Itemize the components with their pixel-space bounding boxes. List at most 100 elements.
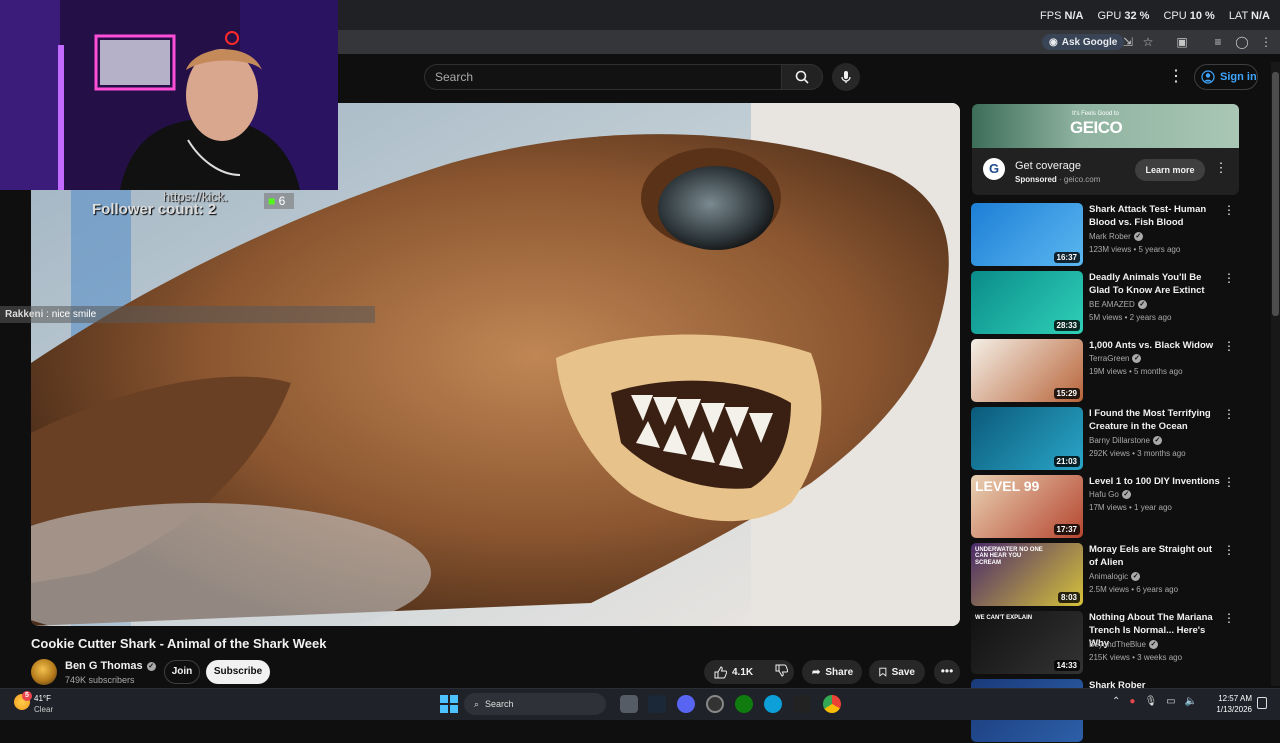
related-views-age: 215K views • 3 weeks ago <box>1089 653 1183 662</box>
related-menu-icon[interactable]: ⋮ <box>1223 271 1235 285</box>
taskbar-search-box[interactable]: ⌕ Search <box>464 693 606 715</box>
channel-name-link[interactable]: Ben G Thomas ✓ <box>65 660 156 672</box>
related-video-title[interactable]: Moray Eels are Straight out of Alien <box>1089 543 1221 569</box>
task-view-icon[interactable] <box>620 695 638 713</box>
video-duration: 14:33 <box>1053 660 1080 671</box>
video-thumbnail[interactable]: WE CAN'T EXPLAIN 14:33 <box>971 611 1083 674</box>
edge-icon[interactable] <box>764 695 782 713</box>
related-channel: Hafu Go ✓ <box>1089 490 1131 499</box>
related-channel-name: Hafu Go <box>1089 490 1119 499</box>
ad-sponsored-label: Sponsored <box>1015 175 1057 184</box>
related-menu-icon[interactable]: ⋮ <box>1223 475 1235 489</box>
save-button[interactable]: Save <box>869 660 925 684</box>
video-duration: 16:37 <box>1053 252 1080 263</box>
ad-banner-image[interactable]: It's Feels Good to GEICO <box>972 104 1239 148</box>
related-video-item[interactable]: 21:03 I Found the Most Terrifying Creatur… <box>971 407 1239 471</box>
thumbs-up-icon <box>714 665 727 678</box>
scrollbar-thumb[interactable] <box>1272 72 1279 316</box>
dislike-button[interactable] <box>775 664 789 680</box>
ad-banner-brand: GEICO <box>1070 118 1123 137</box>
video-thumbnail[interactable]: LEVEL 99 17:37 <box>971 475 1083 538</box>
more-actions-icon[interactable]: ••• <box>934 660 960 684</box>
verified-icon: ✓ <box>1131 572 1141 581</box>
related-video-item[interactable]: 28:33 Deadly Animals You'll Be Glad To Kn… <box>971 271 1239 335</box>
share-button[interactable]: ➦ Share <box>802 660 862 684</box>
taskbar-clock[interactable]: 12:57 AM 1/13/2026 <box>1212 693 1252 715</box>
profile-icon[interactable]: ◯ <box>1234 34 1250 50</box>
related-channel-name: BeyondTheBlue <box>1089 640 1146 649</box>
related-video-item[interactable]: 16:37 Shark Attack Test- Human Blood vs. … <box>971 203 1239 267</box>
related-menu-icon[interactable]: ⋮ <box>1223 203 1235 217</box>
search-button[interactable] <box>781 64 823 90</box>
related-menu-icon[interactable]: ⋮ <box>1223 543 1235 557</box>
ad-title[interactable]: Get coverage <box>1015 160 1081 172</box>
ask-google-button[interactable]: ◉ Ask Google <box>1042 34 1125 50</box>
related-views-age: 292K views • 3 months ago <box>1089 449 1186 458</box>
related-menu-icon[interactable]: ⋮ <box>1223 611 1235 625</box>
tray-app-icon[interactable]: ● <box>1129 696 1135 707</box>
tab-search-icon[interactable]: ▣ <box>1174 34 1190 50</box>
performance-overlay: FPS N/A GPU 32 % CPU 10 % LAT N/A <box>1040 10 1270 22</box>
video-thumbnail[interactable]: 16:37 <box>971 203 1083 266</box>
related-video-item[interactable]: 15:29 1,000 Ants vs. Black Widow TerraGree… <box>971 339 1239 403</box>
channel-avatar[interactable] <box>31 659 57 685</box>
related-menu-icon[interactable]: ⋮ <box>1223 339 1235 353</box>
related-channel-name: TerraGreen <box>1089 354 1130 363</box>
browser-menu-icon[interactable]: ⋮ <box>1258 34 1274 50</box>
notification-icon[interactable] <box>1257 697 1267 709</box>
bookmark-star-icon[interactable]: ☆ <box>1140 34 1156 50</box>
related-video-item[interactable]: LEVEL 99 17:37 Level 1 to 100 DIY Inventio… <box>971 475 1239 539</box>
thumbnail-overlay-text: WE CAN'T EXPLAIN <box>975 615 1033 621</box>
video-thumbnail[interactable]: UNDERWATER NO ONE CAN HEAR YOU SCREAM 8:0… <box>971 543 1083 606</box>
related-video-title[interactable]: I Found the Most Terrifying Creature in … <box>1089 407 1221 433</box>
windows-start-icon[interactable] <box>440 695 458 713</box>
related-channel-name: Barny Dillarstone <box>1089 436 1150 445</box>
weather-temperature: 41°F <box>34 694 51 703</box>
steam-icon[interactable] <box>648 695 666 713</box>
related-video-item[interactable]: UNDERWATER NO ONE CAN HEAR YOU SCREAM 8:0… <box>971 543 1239 607</box>
sign-in-button[interactable]: Sign in <box>1194 64 1258 90</box>
chat-username: Rakkeni <box>5 309 44 320</box>
taskbar-search-icon: ⌕ <box>474 698 480 709</box>
subscribe-button[interactable]: Subscribe <box>206 660 270 684</box>
like-button[interactable]: 4.1K <box>714 665 754 679</box>
video-title: Cookie Cutter Shark - Animal of the Shar… <box>31 636 327 651</box>
related-video-title[interactable]: 1,000 Ants vs. Black Widow <box>1089 339 1221 352</box>
microphone-tray-icon[interactable]: 🎙 <box>1144 696 1157 707</box>
related-channel-name: Animalogic <box>1089 572 1129 581</box>
obs-icon[interactable] <box>706 695 724 713</box>
related-channel: BeyondTheBlue ✓ <box>1089 640 1158 649</box>
reading-list-icon[interactable]: ≡ <box>1210 34 1226 50</box>
like-count: 4.1K <box>732 666 754 678</box>
join-button[interactable]: Join <box>164 660 200 684</box>
search-icon <box>795 70 809 84</box>
learn-more-button[interactable]: Learn more <box>1135 159 1205 181</box>
tray-overflow-icon[interactable]: ⌃ <box>1112 696 1120 707</box>
install-app-icon[interactable]: ⇲ <box>1120 34 1136 50</box>
gpu-value: 32 % <box>1124 10 1150 22</box>
search-input[interactable]: Search <box>424 64 782 90</box>
related-video-title[interactable]: Shark Attack Test- Human Blood vs. Fish … <box>1089 203 1221 229</box>
streamer-webcam-image <box>0 0 338 190</box>
related-video-title[interactable]: Deadly Animals You'll Be Glad To Know Ar… <box>1089 271 1221 297</box>
volume-icon[interactable]: 🔈 <box>1185 696 1197 707</box>
network-icon[interactable]: ▭ <box>1166 696 1175 707</box>
xbox-icon[interactable] <box>735 695 753 713</box>
verified-icon: ✓ <box>1133 232 1143 241</box>
chrome-icon[interactable] <box>823 695 841 713</box>
related-menu-icon[interactable]: ⋮ <box>1223 407 1235 421</box>
related-video-item[interactable]: WE CAN'T EXPLAIN 14:33 Nothing About The M… <box>971 611 1239 675</box>
video-thumbnail[interactable]: 21:03 <box>971 407 1083 470</box>
discord-icon[interactable] <box>677 695 695 713</box>
video-thumbnail[interactable]: 15:29 <box>971 339 1083 402</box>
settings-kebab-icon[interactable]: ⋮ <box>1168 66 1184 88</box>
gpu-label: GPU <box>1097 10 1122 22</box>
clock-date: 1/13/2026 <box>1216 705 1252 714</box>
voice-search-button[interactable] <box>832 63 860 91</box>
related-video-title[interactable]: Level 1 to 100 DIY Inventions <box>1089 475 1221 488</box>
video-thumbnail[interactable]: 28:33 <box>971 271 1083 334</box>
ad-banner-tagline: It's Feels Good to <box>1072 111 1119 117</box>
taskbar-search-label: Search <box>485 699 514 709</box>
capcut-icon[interactable] <box>793 695 811 713</box>
ad-menu-icon[interactable]: ⋮ <box>1214 160 1228 176</box>
